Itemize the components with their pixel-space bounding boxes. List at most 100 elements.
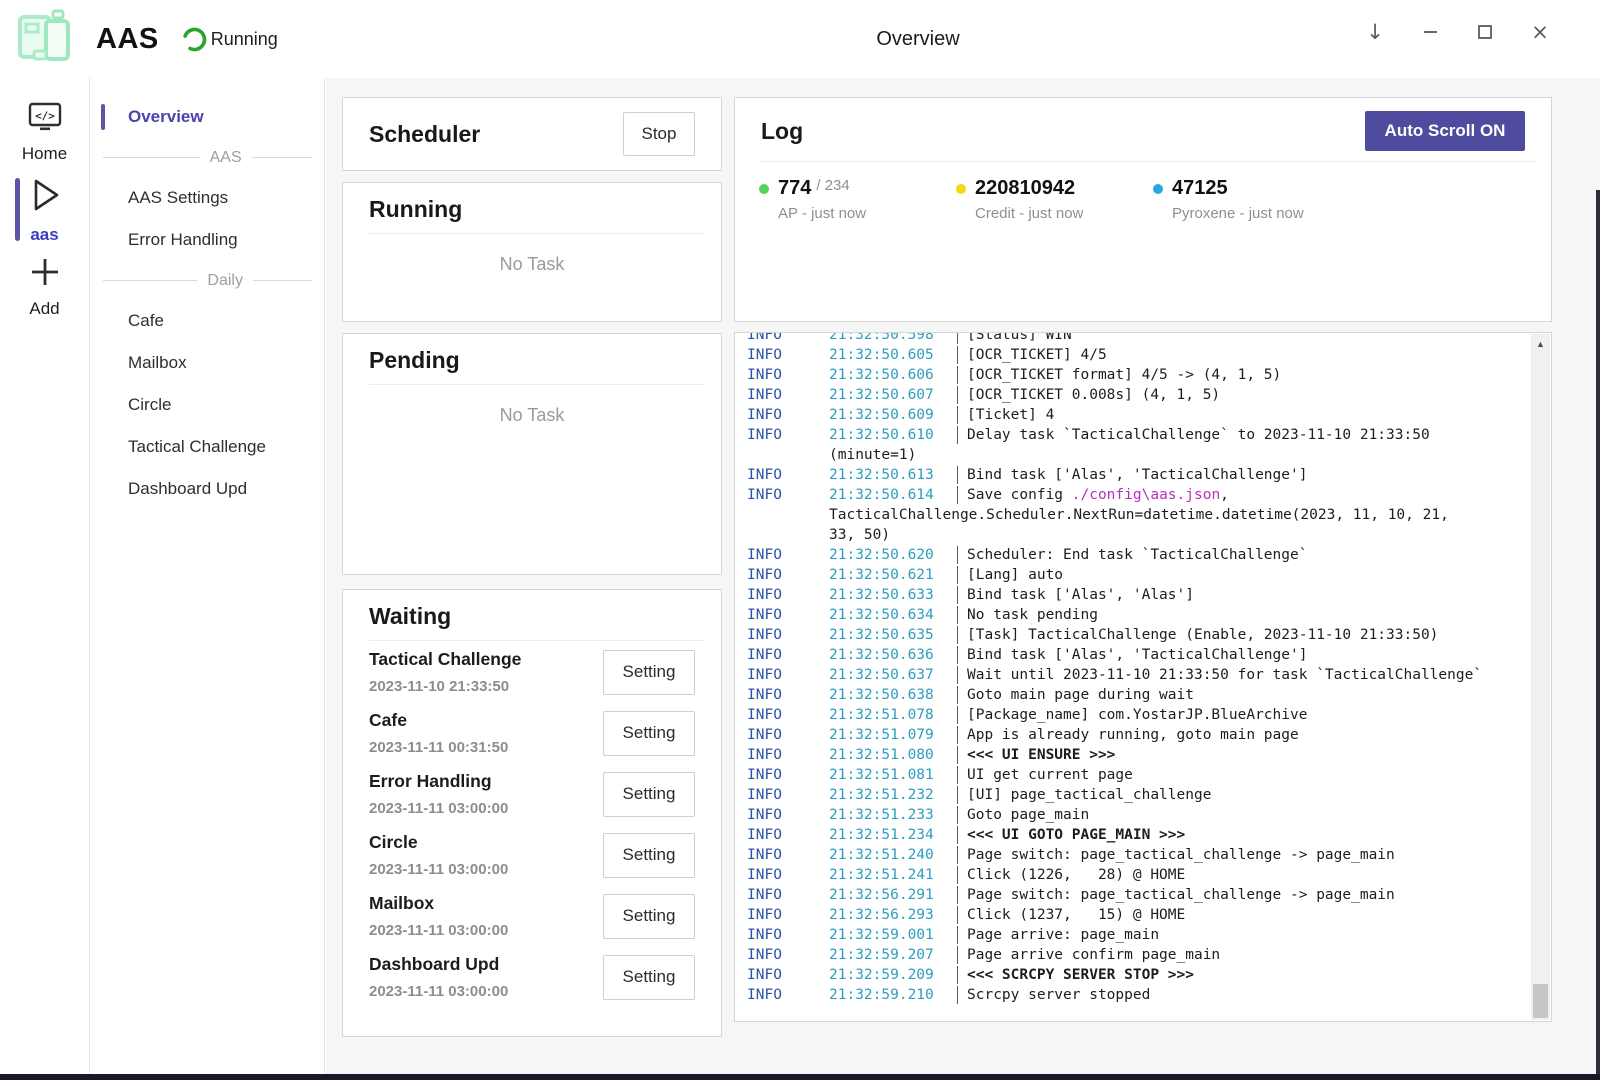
log-separator	[957, 466, 958, 484]
rail-item-label: Home	[22, 144, 67, 164]
log-text: (minute=1)	[829, 447, 916, 463]
log-line: INFO21:32:51.080<<< UI ENSURE >>>	[747, 745, 1525, 765]
divider-line	[252, 157, 312, 158]
waiting-item-info: Mailbox2023-11-11 03:00:00	[369, 893, 508, 939]
log-timestamp: 21:32:50.613	[829, 465, 957, 485]
log-separator	[957, 406, 958, 424]
waiting-item-info: Error Handling2023-11-11 03:00:00	[369, 771, 508, 817]
sidebar-item-label: Mailbox	[128, 353, 187, 373]
log-message: UI get current page	[967, 765, 1133, 785]
maximize-icon	[1478, 25, 1492, 39]
log-message: Click (1226, 28) @ HOME	[967, 865, 1185, 885]
stat-value: 220810942	[975, 177, 1075, 200]
log-message: Wait until 2023-11-10 21:33:50 for task …	[967, 665, 1482, 685]
log-message: TacticalChallenge.Scheduler.NextRun=date…	[829, 505, 1449, 525]
task-setting-button[interactable]: Setting	[603, 833, 695, 878]
titlebar: AAS Running Overview ↓×	[0, 0, 1600, 78]
log-timestamp: 21:32:50.634	[829, 605, 957, 625]
stat-max: / 234	[816, 177, 849, 194]
log-text: Page switch: page_tactical_challenge -> …	[967, 847, 1395, 863]
sidebar-item-label: Tactical Challenge	[128, 437, 266, 457]
log-text: [OCR_TICKET format] 4/5 -> (4, 1, 5)	[967, 367, 1281, 383]
task-setting-button[interactable]: Setting	[603, 894, 695, 939]
task-setting-button[interactable]: Setting	[603, 772, 695, 817]
log-timestamp: 21:32:51.241	[829, 865, 957, 885]
log-message: App is already running, goto main page	[967, 725, 1299, 745]
log-timestamp: 21:32:51.233	[829, 805, 957, 825]
waiting-item: Cafe2023-11-11 00:31:50Setting	[343, 702, 721, 763]
log-timestamp: 21:32:50.636	[829, 645, 957, 665]
rail-item-label: Add	[29, 299, 59, 319]
close-button[interactable]: ×	[1530, 21, 1550, 43]
hide-button[interactable]: ↓	[1365, 21, 1385, 43]
maximize-button[interactable]	[1475, 21, 1495, 43]
sidebar-item-cafe[interactable]: Cafe	[91, 300, 324, 342]
minimize-icon	[1424, 31, 1437, 33]
task-setting-button[interactable]: Setting	[603, 955, 695, 1000]
log-timestamp: 21:32:50.633	[829, 585, 957, 605]
log-scrollbar[interactable]: ▲	[1531, 334, 1550, 1020]
log-line: INFO21:32:59.209<<< SCRCPY SERVER STOP >…	[747, 965, 1525, 985]
log-line: INFO21:32:50.637Wait until 2023-11-10 21…	[747, 665, 1525, 685]
app-name: AAS	[96, 23, 159, 56]
waiting-task-next-run: 2023-11-11 03:00:00	[369, 800, 508, 817]
log-separator	[957, 906, 958, 924]
log-separator	[957, 426, 958, 444]
log-message: Page arrive confirm page_main	[967, 945, 1220, 965]
log-message: Goto main page during wait	[967, 685, 1194, 705]
log-level: INFO	[747, 785, 829, 805]
log-message: (minute=1)	[829, 445, 916, 465]
pending-empty-text: No Task	[343, 405, 721, 426]
rail-item-home[interactable]: </>Home	[0, 94, 89, 171]
log-path-text: ./config\aas.json	[1072, 487, 1220, 503]
log-timestamp: 21:32:50.610	[829, 425, 957, 445]
sidebar-item-error-handling[interactable]: Error Handling	[91, 219, 324, 261]
task-setting-button[interactable]: Setting	[603, 650, 695, 695]
log-separator	[957, 746, 958, 764]
log-separator	[957, 486, 958, 504]
log-line: INFO21:32:50.598[Status] WIN	[747, 332, 1525, 345]
stat-value: 47125	[1172, 177, 1228, 200]
sidebar-item-dashboard-upd[interactable]: Dashboard Upd	[91, 468, 324, 510]
rail-item-aas[interactable]: aas	[0, 171, 89, 248]
log-text: Page switch: page_tactical_challenge -> …	[967, 887, 1395, 903]
waiting-list: Tactical Challenge2023-11-10 21:33:50Set…	[343, 641, 721, 1007]
sidebar-item-label: Cafe	[128, 311, 164, 331]
log-text: TacticalChallenge.Scheduler.NextRun=date…	[829, 507, 1449, 523]
log-level: INFO	[747, 405, 829, 425]
sidebar-item-circle[interactable]: Circle	[91, 384, 324, 426]
divider-line	[103, 280, 197, 281]
divider-line	[253, 280, 312, 281]
sidebar-item-aas-settings[interactable]: AAS Settings	[91, 177, 324, 219]
waiting-task-next-run: 2023-11-10 21:33:50	[369, 678, 521, 695]
stop-button[interactable]: Stop	[623, 112, 695, 156]
log-message: Save config ./config\aas.json,	[967, 485, 1229, 505]
task-setting-button[interactable]: Setting	[603, 711, 695, 756]
log-text: App is already running, goto main page	[967, 727, 1299, 743]
log-level: INFO	[747, 745, 829, 765]
log-separator	[957, 726, 958, 744]
auto-scroll-toggle[interactable]: Auto Scroll ON	[1365, 111, 1525, 151]
nav-rail: </>Homeaas Add	[0, 78, 90, 1074]
rail-item-add[interactable]: Add	[0, 248, 89, 325]
log-message: Bind task ['Alas', 'TacticalChallenge']	[967, 465, 1307, 485]
log-level: INFO	[747, 425, 829, 445]
minimize-button[interactable]	[1420, 21, 1440, 43]
scroll-up-arrow-icon[interactable]: ▲	[1531, 339, 1550, 349]
sidebar-item-overview[interactable]: Overview	[91, 96, 324, 138]
log-separator	[957, 686, 958, 704]
log-timestamp: 21:32:50.620	[829, 545, 957, 565]
sidebar-item-tactical-challenge[interactable]: Tactical Challenge	[91, 426, 324, 468]
log-message: Page switch: page_tactical_challenge -> …	[967, 845, 1395, 865]
log-message: Bind task ['Alas', 'Alas']	[967, 585, 1194, 605]
scrollbar-thumb[interactable]	[1533, 984, 1548, 1018]
running-empty-text: No Task	[343, 254, 721, 275]
log-line: INFO21:32:50.634No task pending	[747, 605, 1525, 625]
log-line: INFO21:32:50.614Save config ./config\aas…	[747, 485, 1525, 505]
log-line: 33, 50)	[747, 525, 1525, 545]
log-line: INFO21:32:50.605[OCR_TICKET] 4/5	[747, 345, 1525, 365]
log-timestamp: 21:32:51.232	[829, 785, 957, 805]
plus-icon	[28, 255, 62, 294]
sidebar-item-mailbox[interactable]: Mailbox	[91, 342, 324, 384]
window-right-edge	[1596, 190, 1600, 1080]
